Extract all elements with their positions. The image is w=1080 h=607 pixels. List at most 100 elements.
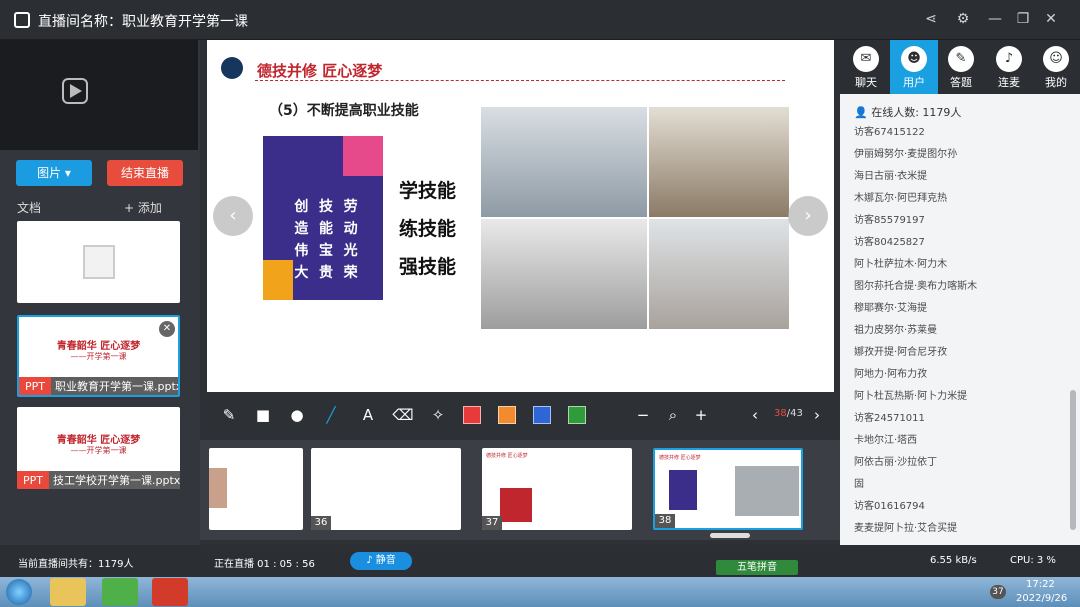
line-icon[interactable]: ╱ xyxy=(320,404,342,426)
settings-icon[interactable]: ⚙ xyxy=(952,8,974,30)
pen-icon[interactable]: ✎ xyxy=(218,404,240,426)
network-speed: 6.55 kB/s xyxy=(930,555,977,566)
doc-item-2[interactable]: 青春韶华 匠心逐梦 ——开学第一课 PPT 技工学校开学第一课.pptx xyxy=(17,407,180,489)
user-item[interactable]: 访客01616794 xyxy=(840,496,1068,518)
poster-text: 创技劳 造能动 伟宝光 大贵荣 xyxy=(289,196,363,282)
user-item[interactable]: 祖力皮努尔·苏莱曼 xyxy=(840,320,1068,342)
user-item[interactable]: 穆耶赛尔·艾海提 xyxy=(840,298,1068,320)
text-icon[interactable]: A xyxy=(357,404,379,426)
explorer-icon[interactable] xyxy=(50,578,86,606)
prev-page-icon[interactable]: ‹ xyxy=(744,404,766,426)
slide: 德技并修 匠心逐梦 （5）不断提高职业技能 创技劳 造能动 伟宝光 大贵荣 学技… xyxy=(207,40,834,392)
slide-thumb[interactable] xyxy=(209,448,303,530)
mute-label: 静音 xyxy=(375,555,396,566)
user-item[interactable]: 固 xyxy=(840,474,1068,496)
start-button[interactable] xyxy=(6,579,32,605)
windows-taskbar: 37 17:22 2022/9/26 xyxy=(0,577,1080,607)
color-blue[interactable] xyxy=(533,406,551,424)
next-slide-button[interactable]: › xyxy=(788,196,828,236)
prev-slide-button[interactable]: ‹ xyxy=(213,196,253,236)
next-page-icon[interactable]: › xyxy=(806,404,828,426)
user-item[interactable]: 阿依古丽·沙拉依丁 xyxy=(840,452,1068,474)
tab-mic[interactable]: ♪ 连麦 xyxy=(989,40,1029,94)
microphone-icon: ♪ xyxy=(996,46,1022,72)
user-item[interactable]: 麦麦提阿卜拉·艾合买提 xyxy=(840,518,1068,540)
pencil-icon: ✎ xyxy=(948,46,974,72)
close-icon[interactable]: ✕ xyxy=(159,321,175,337)
doc-sub: ——开学第一课 xyxy=(70,446,127,455)
user-item[interactable]: 卡地尔江·塔西 xyxy=(840,430,1068,452)
tab-label: 连麦 xyxy=(998,76,1020,89)
thumb-poster xyxy=(669,470,697,510)
poster-char: 荣 xyxy=(343,265,358,281)
user-list: 访客67415122 伊丽姆努尔·麦提图尔孙 海日古丽·衣米提 木娜瓦尔·阿巴拜… xyxy=(840,122,1068,542)
close-button[interactable]: ✕ xyxy=(1040,8,1062,30)
users-icon: ☻ xyxy=(901,46,927,72)
user-item[interactable]: 访客80425827 xyxy=(840,232,1068,254)
play-triangle-icon xyxy=(70,84,82,98)
strip-scrollbar[interactable] xyxy=(710,533,750,538)
browser-icon[interactable] xyxy=(102,578,138,606)
rectangle-icon[interactable]: ■ xyxy=(252,404,274,426)
slide-strip: 36 德技并修 匠心逐梦 37 德技并修 匠心逐梦 38 xyxy=(200,440,840,540)
user-icon: 👤 xyxy=(854,106,872,119)
thumb-title: 德技并修 匠心逐梦 xyxy=(659,455,701,461)
status-bar: 当前直播间共有：1179人 正在直播 01 : 05 : 56 ♪ 静音 五笔拼… xyxy=(0,545,1080,577)
ppt-tag: PPT xyxy=(19,377,51,395)
slide-thumb[interactable]: 德技并修 匠心逐梦 37 xyxy=(482,448,632,530)
mute-button[interactable]: ♪ 静音 xyxy=(350,552,412,570)
tab-users[interactable]: ☻ 用户 xyxy=(890,40,938,94)
skill-2: 练技能 xyxy=(399,218,457,240)
tab-chat[interactable]: ✉ 聊天 xyxy=(846,40,886,94)
clock-date: 2022/9/26 xyxy=(1016,593,1068,604)
user-item[interactable]: 伊丽姆努尔·麦提图尔孙 xyxy=(840,144,1068,166)
user-list-scrollbar[interactable] xyxy=(1070,390,1076,530)
photo-sewing xyxy=(649,219,789,329)
slide-header: 德技并修 匠心逐梦 xyxy=(257,62,383,80)
zoom-out-icon[interactable]: − xyxy=(632,404,654,426)
photo-kitchen xyxy=(649,107,789,217)
doc-blank-thumb[interactable] xyxy=(17,221,180,303)
maximize-button[interactable]: ❐ xyxy=(1012,8,1034,30)
slide-thumb-active[interactable]: 德技并修 匠心逐梦 38 xyxy=(653,448,803,530)
ime-indicator[interactable]: 五笔拼音 xyxy=(716,560,798,575)
user-item[interactable]: 图尔荪托合提·奥布力喀斯木 xyxy=(840,276,1068,298)
picture-button[interactable]: 图片 ▾ xyxy=(16,160,92,186)
color-red[interactable] xyxy=(463,406,481,424)
zoom-in-icon[interactable]: + xyxy=(690,404,712,426)
add-doc-button[interactable]: + 添加 xyxy=(124,199,162,216)
page-total: /43 xyxy=(786,408,803,419)
user-item[interactable]: 访客24571011 xyxy=(840,408,1068,430)
user-item[interactable]: 海日古丽·衣米提 xyxy=(840,166,1068,188)
eraser-icon[interactable]: ⌫ xyxy=(392,404,414,426)
color-green[interactable] xyxy=(568,406,586,424)
user-item[interactable]: 访客67415122 xyxy=(840,122,1068,144)
user-item[interactable]: 木娜瓦尔·阿巴拜克热 xyxy=(840,188,1068,210)
tab-quiz[interactable]: ✎ 答题 xyxy=(941,40,981,94)
user-item[interactable]: 阿卜杜萨拉木·阿力木 xyxy=(840,254,1068,276)
user-item[interactable]: 阿地力·阿布力孜 xyxy=(840,364,1068,386)
poster-char: 劳 xyxy=(343,199,358,215)
slide-thumb[interactable]: 36 xyxy=(311,448,461,530)
app-icon[interactable] xyxy=(152,578,188,606)
user-item[interactable]: 娜孜开提·阿合尼牙孜 xyxy=(840,342,1068,364)
search-icon[interactable]: ⌕ xyxy=(662,404,684,426)
user-item[interactable]: 阿卜杜瓦热斯·阿卜力米提 xyxy=(840,386,1068,408)
end-live-button[interactable]: 结束直播 xyxy=(107,160,183,186)
tab-label: 用户 xyxy=(903,76,925,89)
poster-char: 创 xyxy=(294,199,309,215)
header-divider xyxy=(255,80,785,81)
color-orange[interactable] xyxy=(498,406,516,424)
camera-preview xyxy=(0,40,198,150)
poster-image: 创技劳 造能动 伟宝光 大贵荣 xyxy=(263,136,383,300)
doc-name: 技工学校开学第一课.pptx xyxy=(53,474,180,487)
clear-icon[interactable]: ✧ xyxy=(427,404,449,426)
doc-item-1[interactable]: 青春韶华 匠心逐梦 ——开学第一课 ✕ PPT 职业教育开学第一课.pptx xyxy=(17,315,180,397)
window-title: 直播间名称：职业教育开学第一课 xyxy=(38,14,248,30)
share-icon[interactable]: ⋖ xyxy=(920,8,942,30)
photo-workshop xyxy=(481,107,647,217)
tab-me[interactable]: ☺ 我的 xyxy=(1036,40,1076,94)
user-item[interactable]: 访客85579197 xyxy=(840,210,1068,232)
circle-icon[interactable]: ● xyxy=(286,404,308,426)
minimize-button[interactable]: — xyxy=(984,8,1006,30)
